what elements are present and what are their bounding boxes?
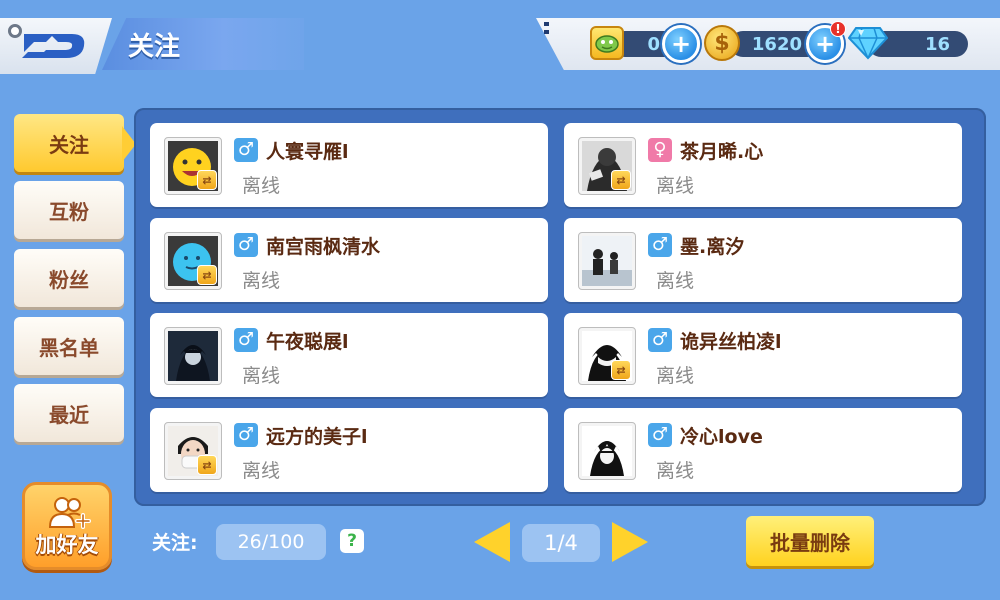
diamond-amount: 16 (924, 33, 950, 55)
friend-name: 南宫雨枫清水 (266, 236, 381, 258)
avatar[interactable]: ⇄ (578, 327, 636, 385)
friend-status: 离线 (656, 365, 695, 387)
sidebar-item-label: 最近 (49, 402, 89, 427)
sidebar-item-blacklist[interactable]: 黑名单 (14, 317, 124, 375)
follow-count-label: 关注: (152, 532, 198, 554)
friend-name: 冷心love (680, 426, 763, 448)
ticket-amount: 0 (647, 33, 660, 55)
prev-page-button[interactable] (474, 522, 510, 562)
friend-card[interactable]: ⇄ ♂ 人寰寻雁l 离线 (150, 123, 548, 207)
avatar[interactable]: ⇄ (164, 232, 222, 290)
sidebar-item-label: 粉丝 (49, 267, 89, 292)
avatar[interactable]: ⇄ (164, 137, 222, 195)
friend-name: 诡异丝柏凌l (680, 331, 782, 353)
mutual-follow-icon: ⇄ (197, 455, 217, 475)
logo-dot-icon (8, 24, 22, 38)
follow-count-value: 26/100 (216, 524, 326, 560)
friend-name: 茶月晞.心 (680, 141, 764, 163)
male-gender-icon: ♂ (234, 423, 258, 447)
sidebar-item-recent[interactable]: 最近 (14, 384, 124, 442)
avatar[interactable] (164, 327, 222, 385)
friend-card[interactable]: ⇄ ♂ 诡异丝柏凌l 离线 (564, 313, 962, 397)
male-gender-icon: ♂ (234, 233, 258, 257)
help-icon[interactable]: ? (340, 529, 364, 553)
friend-name: 午夜聪展l (266, 331, 349, 353)
friend-card[interactable]: ♂ 墨.离汐离线 (564, 218, 962, 302)
alert-badge: ! (830, 21, 846, 37)
sidebar-item-label: 互粉 (49, 199, 89, 224)
friend-name: 人寰寻雁l (266, 141, 349, 163)
batch-delete-button[interactable]: 批量删除 (746, 516, 874, 566)
friend-card[interactable]: ♂ 午夜聪展l 离线 (150, 313, 548, 397)
sidebar-item-label: 关注 (49, 132, 89, 157)
male-gender-icon: ♂ (648, 233, 672, 257)
title-banner: 关注 (102, 18, 304, 70)
menu-dots-icon[interactable] (544, 22, 550, 36)
friend-name: 墨.离汐 (680, 236, 745, 258)
male-gender-icon: ♂ (648, 423, 672, 447)
plus-icon: + (670, 30, 692, 58)
avatar[interactable] (578, 232, 636, 290)
friend-card[interactable]: ⇄ ♂ 南宫雨枫清水离线 (150, 218, 548, 302)
green-monster-ticket-icon (590, 26, 624, 60)
mutual-follow-icon: ⇄ (197, 265, 217, 285)
friend-status: 离线 (242, 365, 281, 387)
game-logo (0, 18, 112, 74)
avatar[interactable]: ⇄ (578, 137, 636, 195)
add-ticket-button[interactable]: + (662, 25, 700, 63)
female-gender-icon: ♀ (648, 138, 672, 162)
mutual-follow-icon: ⇄ (611, 360, 631, 380)
add-friend-label: 加好友 (35, 533, 99, 557)
blue-diamond-icon (848, 27, 888, 60)
friend-status: 离线 (656, 270, 695, 292)
anime-dark-avatar-image (168, 331, 218, 381)
add-friend-button[interactable]: 加好友 (22, 482, 112, 570)
friend-card[interactable]: ⇄ ♀ 茶月晞.心离线 (564, 123, 962, 207)
friend-card[interactable]: ⇄ ♂ 远方的美子l 离线 (150, 408, 548, 492)
sidebar-item-fans[interactable]: 粉丝 (14, 249, 124, 307)
avatar[interactable] (578, 422, 636, 480)
add-friend-icon (48, 497, 91, 529)
friend-status: 离线 (242, 460, 281, 482)
male-gender-icon: ♂ (234, 328, 258, 352)
gold-amount: 1620 (751, 33, 802, 55)
mutual-follow-icon: ⇄ (611, 170, 631, 190)
monster-face-icon (595, 35, 619, 53)
game-logo-icon (22, 34, 85, 58)
friend-status: 离线 (242, 270, 281, 292)
male-gender-icon: ♂ (648, 328, 672, 352)
friend-status: 离线 (656, 460, 695, 482)
mutual-follow-icon: ⇄ (197, 170, 217, 190)
page-title: 关注 (128, 31, 181, 62)
anime-bw2-avatar-image (582, 426, 632, 476)
friend-status: 离线 (656, 175, 695, 197)
male-gender-icon: ♂ (234, 138, 258, 162)
friend-card[interactable]: ♂ 冷心love 离线 (564, 408, 962, 492)
friend-status: 离线 (242, 175, 281, 197)
sidebar-item-following[interactable]: 关注 (14, 114, 124, 172)
sidebar-item-label: 黑名单 (39, 335, 99, 360)
next-page-button[interactable] (612, 522, 648, 562)
avatar[interactable]: ⇄ (164, 422, 222, 480)
friend-name: 远方的美子l (266, 426, 368, 448)
gold-coin-icon: $ (704, 25, 740, 61)
sidebar-item-mutual[interactable]: 互粉 (14, 181, 124, 239)
page-indicator: 1/4 (522, 524, 600, 562)
photo-light-avatar-image (582, 236, 632, 286)
